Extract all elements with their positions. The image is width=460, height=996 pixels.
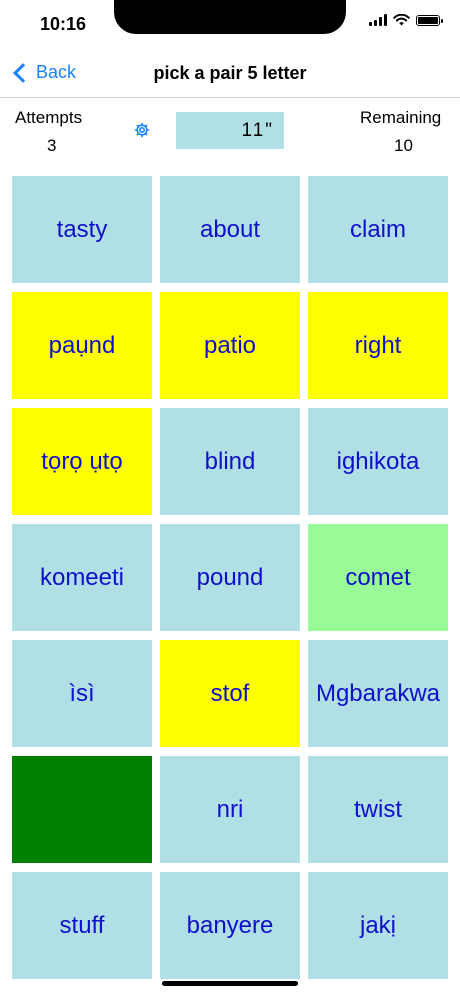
word-tile[interactable]: banyere: [160, 872, 300, 979]
word-tile[interactable]: nri: [160, 756, 300, 863]
card-grid: tasty about claim paụnd patio right tọrọ…: [12, 176, 448, 979]
gear-icon[interactable]: [134, 122, 150, 138]
word-tile[interactable]: comet: [308, 524, 448, 631]
attempts-label: Attempts: [15, 108, 83, 127]
word-tile[interactable]: jakị: [308, 872, 448, 979]
attempts-value: 3: [47, 136, 57, 155]
word-tile[interactable]: patio: [160, 292, 300, 399]
word-tile[interactable]: komeeti: [12, 524, 152, 631]
word-tile[interactable]: twist: [308, 756, 448, 863]
page-title: pick a pair 5 letter: [153, 63, 307, 83]
word-tile[interactable]: stuff: [12, 872, 152, 979]
word-tile[interactable]: ìsì: [12, 640, 152, 747]
status-time: 10:16: [40, 14, 87, 34]
matched-tile[interactable]: [12, 756, 152, 863]
word-tile[interactable]: blind: [160, 408, 300, 515]
remaining-label: Remaining: [360, 108, 442, 127]
word-tile[interactable]: tasty: [12, 176, 152, 283]
home-indicator: [162, 981, 298, 986]
word-tile[interactable]: right: [308, 292, 448, 399]
battery-icon: [416, 14, 443, 26]
word-tile[interactable]: ighikota: [308, 408, 448, 515]
word-tile[interactable]: claim: [308, 176, 448, 283]
word-tile[interactable]: Mgbarakwa: [308, 640, 448, 747]
device-notch: [114, 0, 346, 34]
wifi-icon: [393, 14, 410, 26]
cellular-signal-icon: [369, 14, 387, 26]
word-tile[interactable]: paụnd: [12, 292, 152, 399]
word-tile[interactable]: about: [160, 176, 300, 283]
word-tile[interactable]: stof: [160, 640, 300, 747]
status-icons: [369, 14, 443, 26]
word-tile[interactable]: tọrọ ụtọ: [12, 408, 152, 515]
timer-display: 11": [176, 112, 284, 149]
word-tile[interactable]: pound: [160, 524, 300, 631]
navigation-bar: Back pick a pair 5 letter: [0, 50, 460, 98]
status-bar: 10:16: [0, 0, 460, 50]
remaining-value: 10: [394, 136, 413, 155]
